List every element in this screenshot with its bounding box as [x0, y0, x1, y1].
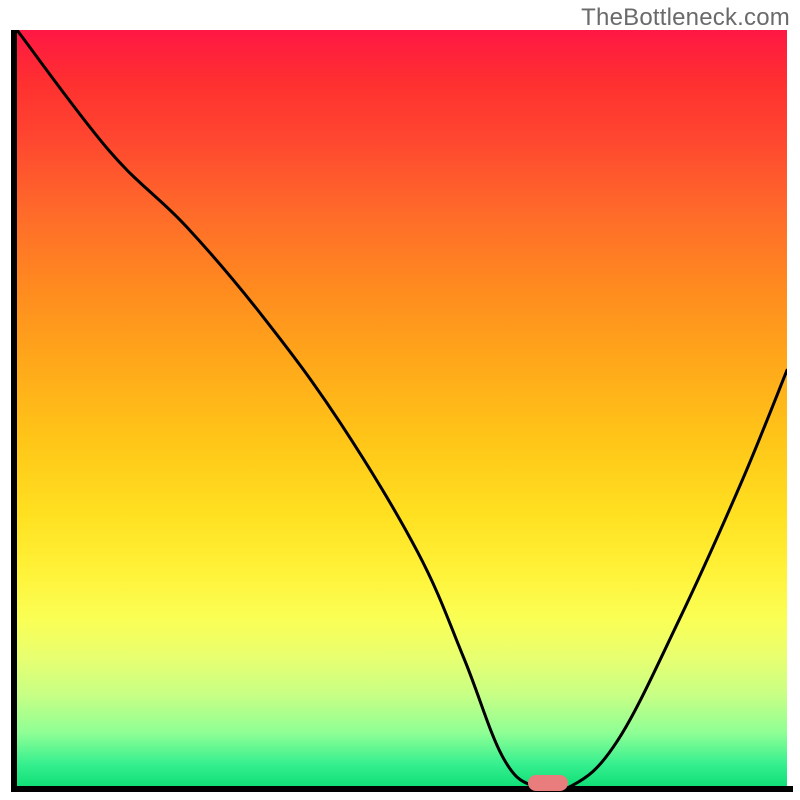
watermark-text: TheBottleneck.com: [581, 4, 790, 32]
optimal-marker: [528, 775, 568, 791]
bottleneck-curve: [17, 30, 787, 786]
x-axis-line: [11, 786, 793, 792]
curve-path: [17, 30, 787, 786]
bottleneck-chart: TheBottleneck.com: [0, 0, 800, 800]
